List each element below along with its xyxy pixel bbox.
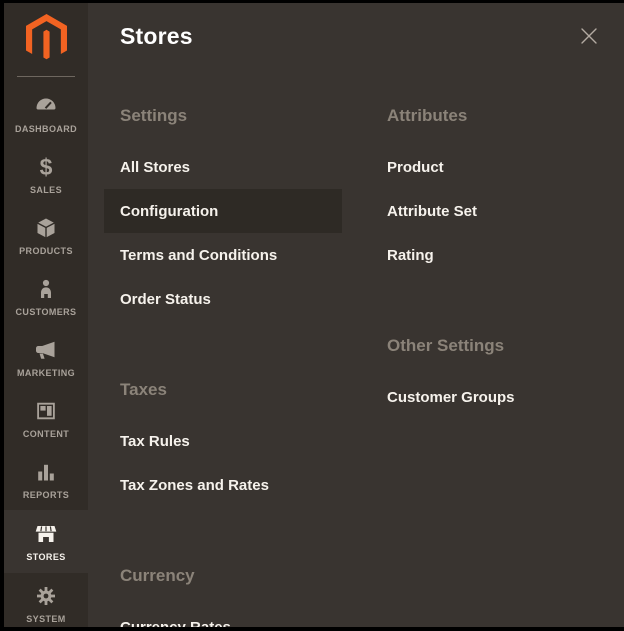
sidebar-divider <box>17 76 75 77</box>
menu-item-customer-groups[interactable]: Customer Groups <box>371 375 609 419</box>
dollar-icon <box>33 154 59 180</box>
menu-item-all-stores[interactable]: All Stores <box>104 145 342 189</box>
sidebar-item-label: REPORTS <box>23 490 69 500</box>
gear-icon <box>33 583 59 609</box>
section-heading-other-settings: Other Settings <box>387 336 593 356</box>
menu-item-product[interactable]: Product <box>371 145 609 189</box>
sidebar-menu: DASHBOARD SALES PRODUCTS CUSTOMERS <box>4 83 88 627</box>
sidebar-item-dashboard[interactable]: DASHBOARD <box>4 83 88 144</box>
megaphone-icon <box>33 337 59 363</box>
menu-list: Product Attribute Set Rating <box>371 145 609 277</box>
close-icon <box>577 24 601 48</box>
sidebar-nav: DASHBOARD SALES PRODUCTS CUSTOMERS <box>4 3 88 627</box>
sidebar-item-label: PRODUCTS <box>19 246 73 256</box>
section-attributes: Attributes Product Attribute Set Rating <box>371 106 609 277</box>
menu-item-attribute-set[interactable]: Attribute Set <box>371 189 609 233</box>
sidebar-item-label: SALES <box>30 185 62 195</box>
section-taxes: Taxes Tax Rules Tax Zones and Rates <box>104 380 342 507</box>
menu-list: Currency Rates <box>104 605 342 627</box>
menu-list: Tax Rules Tax Zones and Rates <box>104 419 342 507</box>
box-icon <box>33 215 59 241</box>
close-button[interactable] <box>577 24 601 48</box>
menu-item-rating[interactable]: Rating <box>371 233 609 277</box>
section-currency: Currency Currency Rates <box>104 566 342 627</box>
section-heading-currency: Currency <box>120 566 326 586</box>
menu-item-tax-zones-and-rates[interactable]: Tax Zones and Rates <box>104 463 342 507</box>
sidebar-item-label: SYSTEM <box>26 614 65 624</box>
sidebar-item-label: MARKETING <box>17 368 75 378</box>
menu-item-tax-rules[interactable]: Tax Rules <box>104 419 342 463</box>
bar-chart-icon <box>33 459 59 485</box>
sidebar-item-products[interactable]: PRODUCTS <box>4 205 88 266</box>
menu-item-currency-rates[interactable]: Currency Rates <box>104 605 342 627</box>
sidebar-item-customers[interactable]: CUSTOMERS <box>4 266 88 327</box>
sidebar-item-stores[interactable]: STORES <box>4 510 88 573</box>
sidebar-item-sales[interactable]: SALES <box>4 144 88 205</box>
sidebar-item-label: CONTENT <box>23 429 69 439</box>
flyout-title: Stores <box>120 22 624 50</box>
sidebar-item-label: STORES <box>26 552 65 562</box>
sidebar-item-reports[interactable]: REPORTS <box>4 449 88 510</box>
magento-logo-icon[interactable] <box>26 14 67 61</box>
layout-icon <box>33 398 59 424</box>
menu-item-configuration[interactable]: Configuration <box>104 189 342 233</box>
menu-list: Customer Groups <box>371 375 609 419</box>
section-heading-settings: Settings <box>120 106 326 126</box>
menu-list: All Stores Configuration Terms and Condi… <box>104 145 342 321</box>
menu-item-terms-and-conditions[interactable]: Terms and Conditions <box>104 233 342 277</box>
sidebar-item-system[interactable]: SYSTEM <box>4 573 88 627</box>
section-settings: Settings All Stores Configuration Terms … <box>104 106 342 321</box>
flyout-column-left: Settings All Stores Configuration Terms … <box>104 106 342 627</box>
sidebar-item-content[interactable]: CONTENT <box>4 388 88 449</box>
stores-flyout-menu: Stores Settings All Stores Configuration… <box>88 3 624 627</box>
admin-window: DASHBOARD SALES PRODUCTS CUSTOMERS <box>4 3 624 627</box>
section-heading-attributes: Attributes <box>387 106 593 126</box>
storefront-icon <box>33 521 59 547</box>
flyout-column-right: Attributes Product Attribute Set Rating … <box>371 106 609 627</box>
sidebar-item-label: CUSTOMERS <box>16 307 77 317</box>
section-other-settings: Other Settings Customer Groups <box>371 336 609 419</box>
flyout-columns: Settings All Stores Configuration Terms … <box>104 106 624 627</box>
dashboard-icon <box>33 93 59 119</box>
section-heading-taxes: Taxes <box>120 380 326 400</box>
sidebar-item-marketing[interactable]: MARKETING <box>4 327 88 388</box>
person-icon <box>33 276 59 302</box>
sidebar-item-label: DASHBOARD <box>15 124 77 134</box>
menu-item-order-status[interactable]: Order Status <box>104 277 342 321</box>
